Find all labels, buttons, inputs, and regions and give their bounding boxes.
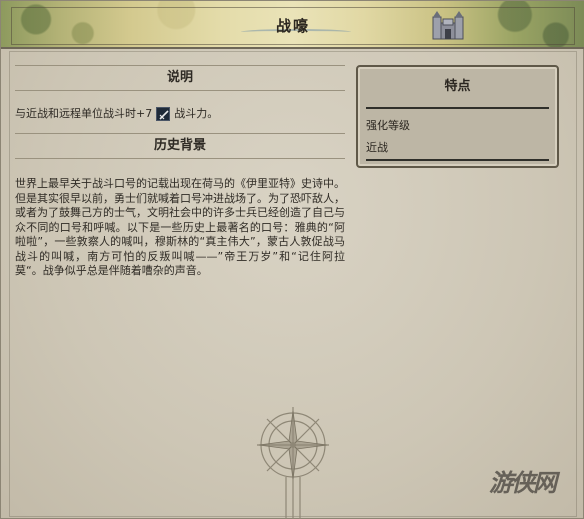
description-heading-label: 说明 <box>166 70 193 85</box>
civilopedia-page: 战嚎 说明 与近战和远程单位战斗时+7 战斗力。 历史背景 世界上最早关于战斗口… <box>0 0 584 519</box>
description-text: 与近战和远程单位战斗时+7 战斗力。 <box>15 105 345 123</box>
history-heading: 历史背景 <box>15 133 345 159</box>
page-title: 战嚎 <box>275 17 310 35</box>
description-text-after: 战斗力。 <box>174 107 219 120</box>
traits-divider <box>366 107 549 109</box>
header-map-banner: 战嚎 <box>1 1 584 49</box>
divider <box>15 158 345 159</box>
history-heading-label: 历史背景 <box>153 138 206 153</box>
watermark-text: 游侠网 <box>489 468 557 497</box>
trait-item[interactable]: 强化等级 <box>366 117 410 133</box>
description-heading: 说明 <box>15 65 345 91</box>
divider <box>15 90 345 91</box>
divider <box>15 65 345 66</box>
traits-panel: 特点 强化等级 近战 <box>356 65 559 168</box>
combat-strength-icon <box>156 107 171 121</box>
watermark-logo: 游侠网 <box>489 463 579 499</box>
left-panel: 说明 与近战和远程单位战斗时+7 战斗力。 历史背景 世界上最早关于战斗口号的记… <box>15 65 345 279</box>
divider <box>15 133 345 134</box>
description-text-before: 与近战和远程单位战斗时+7 <box>15 107 153 120</box>
history-text: 世界上最早关于战斗口号的记载出现在荷马的《伊里亚特》史诗中。但是其实很早以前，勇… <box>15 177 345 277</box>
traits-heading: 特点 <box>444 79 471 94</box>
trait-item[interactable]: 近战 <box>366 139 388 155</box>
compass-rose-icon <box>257 407 329 519</box>
traits-divider <box>366 159 549 161</box>
